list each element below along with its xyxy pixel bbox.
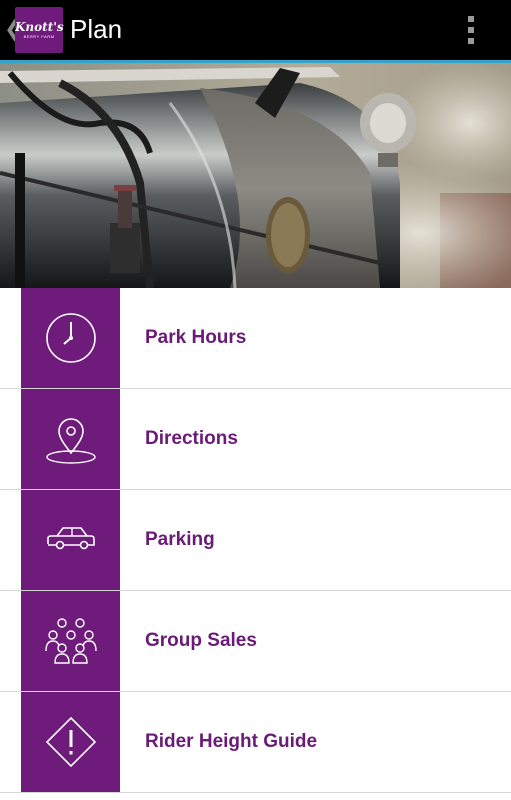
menu-item-icon-tile bbox=[21, 288, 120, 388]
overflow-menu-icon[interactable] bbox=[461, 14, 481, 46]
menu-item-parking[interactable]: Parking bbox=[0, 490, 511, 591]
clock-icon bbox=[46, 313, 96, 363]
map-pin-icon bbox=[46, 418, 96, 464]
steam-locomotive-photo bbox=[0, 63, 511, 288]
menu-item-group-sales[interactable]: Group Sales bbox=[0, 591, 511, 692]
menu-item-label: Park Hours bbox=[145, 327, 247, 348]
menu-item-directions[interactable]: Directions bbox=[0, 389, 511, 490]
menu-item-park-hours[interactable]: Park Hours bbox=[0, 288, 511, 389]
action-bar: ❮ Knott's BERRY FARM Plan bbox=[0, 0, 511, 60]
menu-item-icon-tile bbox=[21, 490, 120, 590]
menu-item-label: Group Sales bbox=[145, 630, 257, 651]
menu-item-icon-tile bbox=[21, 389, 120, 489]
menu-item-icon-tile bbox=[21, 692, 120, 792]
group-icon bbox=[45, 618, 97, 664]
app-logo[interactable]: Knott's BERRY FARM bbox=[15, 7, 64, 53]
car-icon bbox=[47, 527, 95, 550]
menu-item-label: Directions bbox=[145, 428, 238, 449]
menu-item-icon-tile bbox=[21, 591, 120, 691]
hero-image bbox=[0, 63, 511, 288]
logo-text: Knott's bbox=[15, 20, 64, 34]
menu-item-label: Rider Height Guide bbox=[145, 731, 318, 752]
menu-item-rider-height-guide[interactable]: Rider Height Guide bbox=[0, 692, 511, 793]
warning-diamond-icon bbox=[45, 716, 97, 768]
logo-subtext: BERRY FARM bbox=[23, 34, 55, 39]
menu-item-label: Parking bbox=[145, 529, 215, 550]
page-title: Plan bbox=[70, 14, 123, 44]
plan-menu-list: Park Hours Directions Parking Group Sale… bbox=[0, 288, 511, 793]
